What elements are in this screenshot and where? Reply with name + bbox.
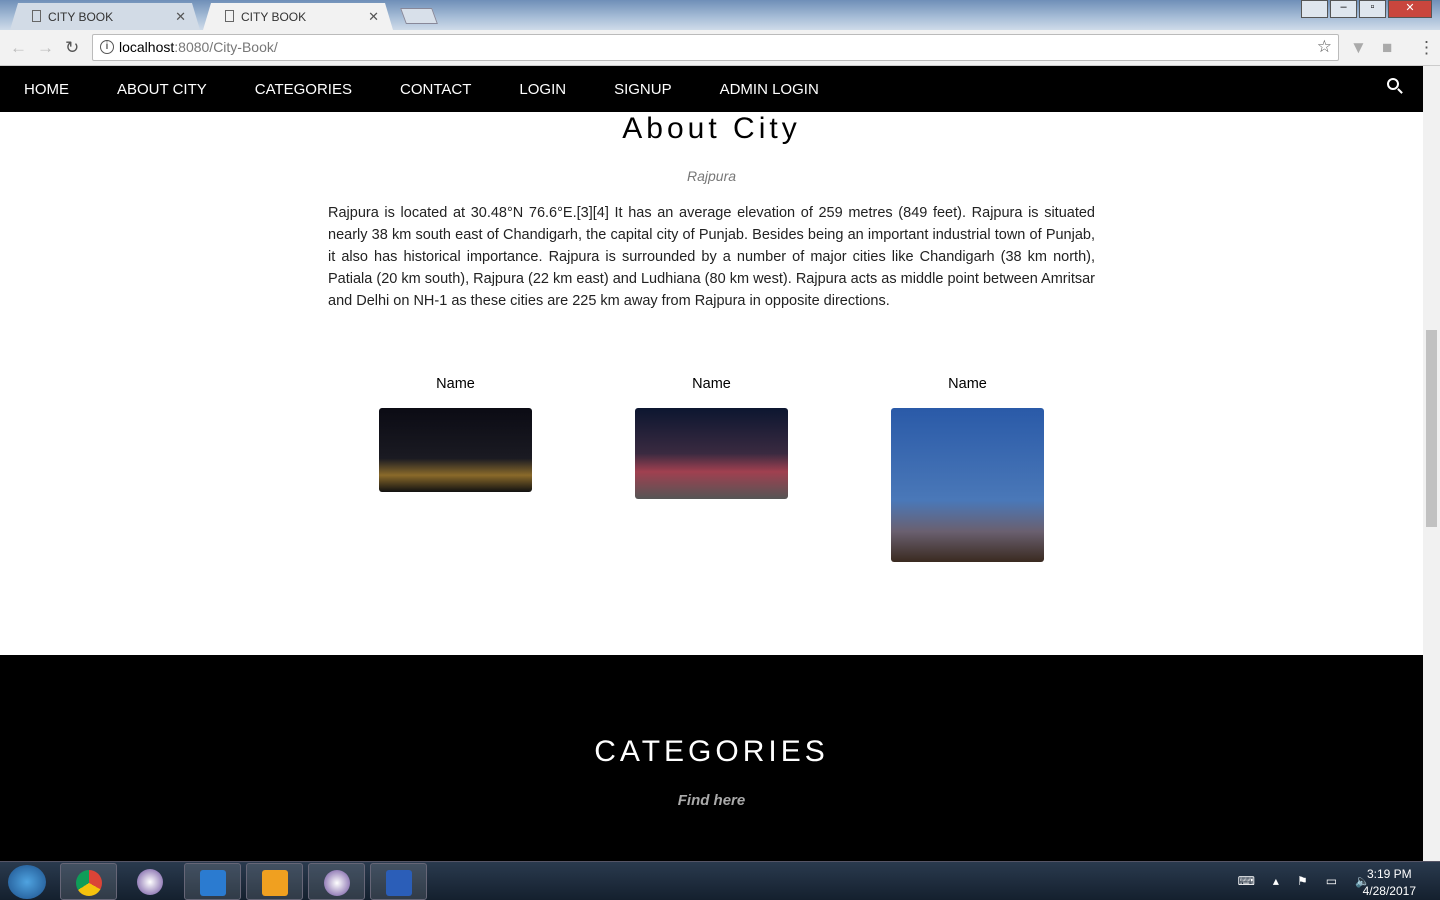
nav-home[interactable]: HOME [24,81,69,98]
minimize-button[interactable]: – [1330,0,1357,18]
info-icon[interactable]: i [100,40,114,54]
city-card[interactable]: Name [635,376,788,499]
reload-icon[interactable]: ↻ [65,38,79,58]
nav-about-city[interactable]: ABOUT CITY [117,81,207,98]
maximize-button[interactable]: ▫ [1359,0,1386,18]
city-card[interactable]: Name [379,376,532,492]
extension-icon[interactable]: ■ [1382,38,1392,58]
bookmark-star-icon[interactable]: ☆ [1317,37,1332,57]
categories-subtitle: Find here [677,792,746,809]
categories-section: CATEGORIES Find here [0,655,1423,861]
taskbar: ⌨ ▴ ⚑ ▭ 🔈 3:19 PM 4/28/2017 [0,861,1440,900]
categories-title: CATEGORIES [594,735,829,768]
card-name: Name [436,376,475,392]
city-name: Rajpura [686,168,737,184]
new-tab-button[interactable] [400,8,438,24]
close-window-button[interactable]: ✕ [1388,0,1432,18]
outlook-taskbar-button[interactable] [246,863,303,900]
nav-signup[interactable]: SIGNUP [614,81,672,98]
card-name: Name [692,376,731,392]
tv-tower-image[interactable] [891,408,1044,562]
url-path: :8080/City-Book/ [174,39,278,55]
nav-admin-login[interactable]: ADMIN LOGIN [720,81,819,98]
date: 4/28/2017 [1362,884,1416,898]
close-tab-icon[interactable]: ✕ [368,9,379,25]
search-icon[interactable] [1387,78,1399,90]
city-card[interactable]: Name [891,376,1044,562]
url-host: localhost [119,39,175,55]
page-icon [225,10,234,22]
browser-tab-active[interactable]: CITY BOOK ✕ [203,3,393,30]
card-name: Name [948,376,987,392]
page-icon [32,10,41,22]
url-input[interactable]: i localhost:8080/City-Book/ ☆ [92,34,1339,61]
about-text: Rajpura is located at 30.48°N 76.6°E.[3]… [328,205,1095,309]
address-bar-row: ← → ↻ i localhost:8080/City-Book/ ☆ ▼ ■ ⋮ [0,30,1440,66]
lync-taskbar-button[interactable] [184,863,241,900]
close-tab-icon[interactable]: ✕ [175,9,186,25]
forward-icon[interactable]: → [37,38,54,58]
eclipse-taskbar-button[interactable] [308,863,365,900]
time: 3:19 PM [1366,867,1412,881]
keyboard-icon[interactable]: ⌨ [1238,874,1255,888]
nav-login[interactable]: LOGIN [519,81,566,98]
menu-icon[interactable]: ⋮ [1418,38,1435,58]
back-icon[interactable]: ← [10,38,27,58]
start-button[interactable] [8,865,46,899]
browser-tab[interactable]: CITY BOOK ✕ [10,3,200,30]
site-navbar: HOME ABOUT CITY CATEGORIES CONTACT LOGIN… [0,66,1423,112]
scrollbar-thumb[interactable] [1426,330,1437,527]
power-plant-image[interactable] [379,408,532,492]
about-section: About City Rajpura Rajpura is located at… [0,112,1423,655]
section-title: About City [622,112,801,145]
nav-categories[interactable]: CATEGORIES [255,81,352,98]
flag-icon[interactable]: ⚑ [1297,874,1308,888]
system-tray: ⌨ ▴ ⚑ ▭ 🔈 [1238,874,1370,888]
show-hidden-icons-icon[interactable]: ▴ [1273,874,1279,888]
user-icon[interactable] [1301,0,1328,18]
network-icon[interactable]: ▭ [1326,874,1337,888]
tab-title: CITY BOOK [241,10,307,24]
chrome-taskbar-button[interactable] [60,863,117,900]
scrollbar[interactable] [1423,66,1440,861]
clock[interactable]: 3:19 PM 4/28/2017 [1363,866,1416,900]
city-street-image[interactable] [635,408,788,499]
tab-title: CITY BOOK [48,10,114,24]
word-taskbar-button[interactable] [370,863,427,900]
eclipse-taskbar-button[interactable] [122,863,179,900]
extension-icon[interactable]: ▼ [1350,38,1367,58]
browser-tab-bar: CITY BOOK ✕ CITY BOOK ✕ – ▫ ✕ [0,0,1440,30]
nav-contact[interactable]: CONTACT [400,81,471,98]
